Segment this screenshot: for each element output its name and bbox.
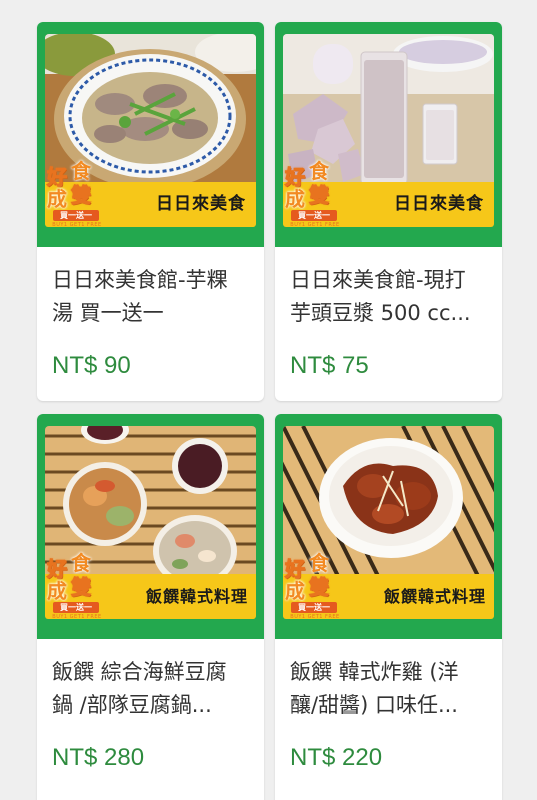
product-title-line: 芋頭豆漿 500 cc...	[290, 301, 471, 325]
promo-badge: 好 食 成 雙 買一送一 BUY1 GET1 FREE	[39, 552, 115, 628]
product-title-line: 鍋 /部隊豆腐鍋...	[52, 693, 212, 717]
badge-char: 成	[47, 187, 67, 211]
badge-tagline: BUY1 GET1 FREE	[290, 614, 340, 620]
badge-char: 食	[71, 551, 91, 575]
badge-tagline: BUY1 GET1 FREE	[52, 614, 102, 620]
product-card[interactable]: 日日來美食 好 食 成 雙 買一送一 BUY1 GET1 FREE 日日來美食館…	[37, 22, 264, 401]
product-title-line: 飯饌 韓式炸雞 (洋	[290, 660, 459, 684]
badge-ribbon: 買一送一	[291, 602, 337, 613]
shop-name: 日日來美食	[394, 194, 484, 214]
badge-char: 雙	[309, 183, 330, 207]
product-title[interactable]: 日日來美食館-現打 芋頭豆漿 500 cc...	[290, 264, 490, 330]
product-grid: 日日來美食 好 食 成 雙 買一送一 BUY1 GET1 FREE 日日來美食館…	[0, 0, 537, 800]
badge-ribbon: 買一送一	[53, 210, 99, 221]
shop-name: 飯饌韓式料理	[383, 587, 486, 606]
badge-char: 雙	[71, 575, 92, 599]
product-title[interactable]: 日日來美食館-芋粿 湯 買一送一	[52, 264, 252, 330]
product-thumbnail[interactable]: 日日來美食 好 食 成 雙 買一送一 BUY1 GET1 FREE	[275, 22, 502, 247]
badge-char: 成	[47, 579, 67, 603]
badge-char: 好	[47, 165, 68, 189]
badge-char: 好	[285, 165, 306, 189]
product-price: NT$ 75	[290, 352, 369, 379]
badge-char: 好	[285, 557, 306, 581]
badge-char: 食	[309, 551, 329, 575]
promo-badge: 好 食 成 雙 買一送一 BUY1 GET1 FREE	[277, 160, 353, 236]
product-thumbnail[interactable]: 飯饌韓式料理 好 食 成 雙 買一送一 BUY1 GET1 FREE	[275, 414, 502, 639]
product-thumbnail[interactable]: 飯饌韓式料理 好 食 成 雙 買一送一 BUY1 GET1 FREE	[37, 414, 264, 639]
badge-char: 食	[309, 159, 329, 183]
shop-name: 日日來美食	[156, 194, 246, 214]
promo-badge: 好 食 成 雙 買一送一 BUY1 GET1 FREE	[277, 552, 353, 628]
badge-char: 成	[285, 579, 305, 603]
product-title-line: 飯饌 綜合海鮮豆腐	[52, 660, 227, 684]
badge-char: 雙	[71, 183, 92, 207]
badge-char: 食	[71, 159, 91, 183]
product-price: NT$ 220	[290, 744, 383, 771]
product-title-line: 湯 買一送一	[52, 301, 164, 325]
product-price: NT$ 90	[52, 352, 131, 379]
product-card[interactable]: 飯饌韓式料理 好 食 成 雙 買一送一 BUY1 GET1 FREE 飯饌 綜合…	[37, 414, 264, 800]
product-title-line: 日日來美食館-現打	[290, 268, 466, 292]
badge-char: 雙	[309, 575, 330, 599]
promo-badge: 好 食 成 雙 買一送一 BUY1 GET1 FREE	[39, 160, 115, 236]
product-card[interactable]: 飯饌韓式料理 好 食 成 雙 買一送一 BUY1 GET1 FREE 飯饌 韓式…	[275, 414, 502, 800]
product-title-line: 釀/甜醬) 口味任...	[290, 693, 458, 717]
product-price: NT$ 280	[52, 744, 145, 771]
badge-tagline: BUY1 GET1 FREE	[52, 222, 102, 228]
badge-ribbon: 買一送一	[291, 210, 337, 221]
product-title[interactable]: 飯饌 綜合海鮮豆腐 鍋 /部隊豆腐鍋...	[52, 656, 252, 722]
badge-ribbon: 買一送一	[53, 602, 99, 613]
product-title-line: 日日來美食館-芋粿	[52, 268, 228, 292]
product-thumbnail[interactable]: 日日來美食 好 食 成 雙 買一送一 BUY1 GET1 FREE	[37, 22, 264, 247]
badge-char: 好	[47, 557, 68, 581]
product-card[interactable]: 日日來美食 好 食 成 雙 買一送一 BUY1 GET1 FREE 日日來美食館…	[275, 22, 502, 401]
badge-tagline: BUY1 GET1 FREE	[290, 222, 340, 228]
badge-char: 成	[285, 187, 305, 211]
shop-name: 飯饌韓式料理	[145, 587, 248, 606]
product-title[interactable]: 飯饌 韓式炸雞 (洋 釀/甜醬) 口味任...	[290, 656, 490, 722]
